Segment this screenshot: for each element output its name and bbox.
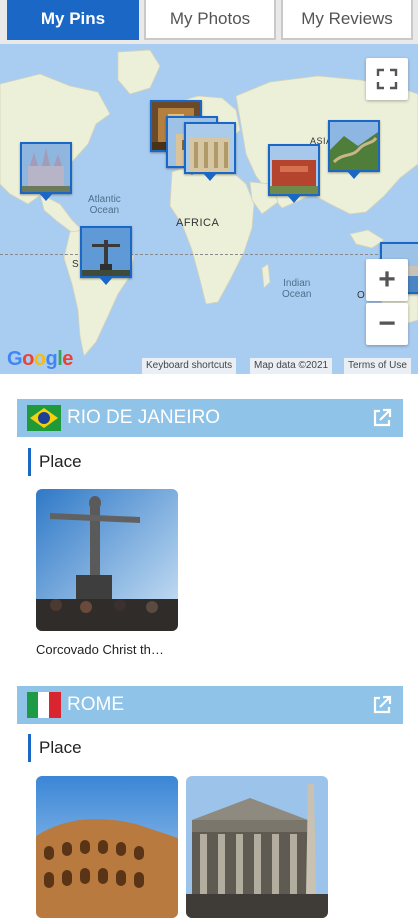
category-label: Place — [28, 448, 82, 476]
map-pin-europe-3[interactable] — [184, 122, 236, 181]
great-wall-photo-icon — [330, 122, 378, 170]
zoom-in-button[interactable]: + — [366, 259, 408, 301]
pantheon-photo-icon — [186, 776, 328, 918]
place-card[interactable] — [186, 776, 328, 918]
map-data-label: Map data ©2021 — [250, 358, 333, 374]
christ-statue-photo-icon — [82, 228, 130, 276]
section-header-rio[interactable]: RIO DE JANEIRO — [17, 399, 403, 437]
indian-ocean-label: Indian Ocean — [282, 278, 312, 300]
zoom-out-button[interactable]: − — [366, 303, 408, 345]
africa-label: AFRICA — [176, 217, 220, 229]
oceania-label: O — [357, 290, 366, 301]
section-header-rome[interactable]: ROME — [17, 686, 403, 724]
map-pin-india[interactable] — [268, 144, 320, 203]
south-america-label: S — [72, 259, 80, 270]
atlantic-ocean-label: Atlantic Ocean — [88, 194, 121, 216]
map-land — [0, 49, 418, 357]
map-pin-europe-west[interactable] — [20, 142, 72, 201]
tab-my-reviews[interactable]: My Reviews — [281, 0, 413, 40]
columns-photo-icon — [186, 124, 234, 172]
equator-line — [0, 254, 418, 255]
italy-flag-icon — [27, 692, 61, 718]
map-pin-rio[interactable] — [80, 226, 132, 285]
category-label: Place — [28, 734, 82, 762]
world-map[interactable]: Atlantic Ocean AFRICA Indian Ocean ASIA … — [0, 44, 418, 374]
external-link-icon[interactable] — [371, 407, 393, 429]
keyboard-shortcuts-link[interactable]: Keyboard shortcuts — [142, 358, 237, 374]
place-card[interactable] — [36, 489, 178, 631]
place-card[interactable] — [36, 776, 178, 918]
fort-photo-icon — [270, 146, 318, 194]
terms-of-use-link[interactable]: Terms of Use — [344, 358, 411, 374]
tab-my-photos[interactable]: My Photos — [144, 0, 276, 40]
brazil-flag-icon — [27, 405, 61, 431]
place-card-caption: Corcovado Christ th… — [36, 642, 164, 657]
section-title: ROME — [67, 694, 124, 715]
fullscreen-icon — [376, 68, 398, 90]
tab-bar: My Pins My Photos My Reviews — [0, 0, 418, 44]
corcovado-photo-icon — [36, 489, 178, 631]
map-pin-china[interactable] — [328, 120, 380, 179]
section-title: RIO DE JANEIRO — [67, 407, 221, 428]
cathedral-photo-icon — [22, 144, 70, 192]
fullscreen-button[interactable] — [366, 58, 408, 100]
external-link-icon[interactable] — [371, 694, 393, 716]
colosseum-photo-icon — [36, 776, 178, 918]
tab-my-pins[interactable]: My Pins — [7, 0, 139, 40]
google-logo: Google — [7, 348, 73, 370]
